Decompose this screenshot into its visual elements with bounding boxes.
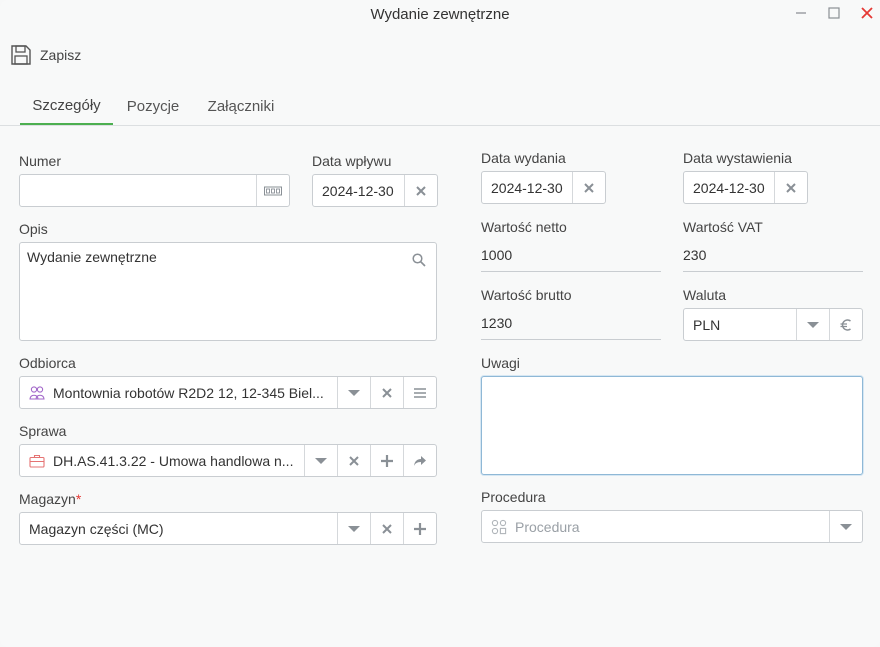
- chevron-down-icon: [807, 321, 819, 328]
- data-wystawienia-input[interactable]: 2024-12-30: [684, 172, 774, 203]
- wartosc-brutto-label: Wartość brutto: [481, 287, 572, 303]
- title-bar: Wydanie zewnętrzne: [0, 0, 880, 32]
- euro-icon: [840, 318, 851, 331]
- clear-icon: [382, 387, 392, 398]
- contacts-icon: [29, 385, 45, 401]
- opis-label: Opis: [19, 221, 48, 237]
- procedura-label: Procedura: [481, 489, 546, 505]
- sprawa-open-button[interactable]: [403, 445, 436, 476]
- chevron-down-icon: [840, 523, 852, 530]
- tab-bar: Szczegóły Pozycje Załączniki: [0, 88, 880, 126]
- briefcase-icon: [29, 454, 45, 468]
- data-wydania-label: Data wydania: [481, 150, 566, 166]
- numbering-button[interactable]: [256, 175, 289, 206]
- data-wplywu-input[interactable]: 2024-12-30: [313, 175, 404, 206]
- odbiorca-select[interactable]: Montownia robotów R2D2 12, 12-345 Biel..…: [20, 377, 337, 408]
- numer-input[interactable]: [20, 175, 256, 206]
- data-wplywu-clear-button[interactable]: [404, 175, 437, 206]
- tab-pozycje[interactable]: Pozycje: [121, 88, 185, 125]
- sprawa-value: DH.AS.41.3.22 - Umowa handlowa n...: [53, 452, 294, 469]
- waluta-select[interactable]: PLN: [684, 309, 796, 340]
- clear-icon: [382, 523, 392, 534]
- maximize-icon: [828, 7, 840, 19]
- numer-label: Numer: [19, 153, 62, 169]
- counter-icon: [264, 186, 282, 195]
- magazyn-clear-button[interactable]: [370, 513, 403, 544]
- data-wydania-field[interactable]: 2024-12-30: [481, 171, 606, 204]
- opis-value: Wydanie zewnętrzne: [27, 249, 157, 265]
- opis-textarea[interactable]: Wydanie zewnętrzne: [19, 242, 437, 341]
- clear-icon: [584, 182, 594, 193]
- procedura-placeholder: Procedura: [515, 518, 580, 535]
- minimize-button[interactable]: [790, 3, 812, 23]
- odbiorca-dropdown-button[interactable]: [337, 377, 370, 408]
- odbiorca-list-button[interactable]: [403, 377, 436, 408]
- magazyn-label: Magazyn*: [19, 491, 81, 507]
- data-wplywu-label: Data wpływu: [312, 153, 392, 169]
- odbiorca-clear-button[interactable]: [370, 377, 403, 408]
- clear-icon: [349, 455, 359, 466]
- sprawa-add-button[interactable]: [370, 445, 403, 476]
- numer-field[interactable]: [19, 174, 290, 207]
- magazyn-field[interactable]: Magazyn części (MC): [19, 512, 437, 545]
- wartosc-netto-value: 1000: [481, 239, 661, 272]
- magazyn-label-text: Magazyn: [19, 491, 76, 507]
- list-icon: [414, 387, 426, 398]
- sprawa-clear-button[interactable]: [337, 445, 370, 476]
- sprawa-field[interactable]: DH.AS.41.3.22 - Umowa handlowa n...: [19, 444, 437, 477]
- wartosc-vat-label: Wartość VAT: [683, 219, 763, 235]
- data-wplywu-field[interactable]: 2024-12-30: [312, 174, 438, 207]
- tab-zalaczniki[interactable]: Załączniki: [200, 88, 282, 125]
- required-mark: *: [75, 491, 82, 507]
- toolbar: Zapisz: [0, 36, 880, 76]
- tab-szczegoly[interactable]: Szczegóły: [20, 88, 113, 125]
- magazyn-add-button[interactable]: [403, 513, 436, 544]
- chevron-down-icon: [315, 457, 327, 464]
- close-button[interactable]: [856, 3, 878, 23]
- odbiorca-value: Montownia robotów R2D2 12, 12-345 Biel..…: [53, 384, 324, 401]
- minimize-icon: [796, 12, 806, 14]
- window: Wydanie zewnętrzne Zapisz Szczegóły Pozy…: [0, 0, 880, 647]
- workflow-icon: [491, 519, 507, 535]
- wartosc-vat-value: 230: [683, 239, 863, 272]
- procedura-select[interactable]: Procedura: [482, 511, 829, 542]
- chevron-down-icon: [348, 525, 360, 532]
- waluta-label: Waluta: [683, 287, 727, 303]
- save-label: Zapisz: [40, 47, 82, 63]
- save-button[interactable]: Zapisz: [10, 42, 81, 68]
- data-wydania-input[interactable]: 2024-12-30: [482, 172, 572, 203]
- uwagi-label: Uwagi: [481, 355, 520, 371]
- plus-icon: [414, 522, 426, 535]
- plus-icon: [381, 454, 393, 467]
- chevron-down-icon: [348, 389, 360, 396]
- data-wystawienia-field[interactable]: 2024-12-30: [683, 171, 808, 204]
- close-icon: [861, 7, 873, 19]
- maximize-button[interactable]: [823, 3, 845, 23]
- sprawa-dropdown-button[interactable]: [304, 445, 337, 476]
- sprawa-select[interactable]: DH.AS.41.3.22 - Umowa handlowa n...: [20, 445, 304, 476]
- wartosc-netto-label: Wartość netto: [481, 219, 567, 235]
- share-arrow-icon: [414, 455, 426, 466]
- procedura-dropdown-button[interactable]: [829, 511, 862, 542]
- odbiorca-label: Odbiorca: [19, 355, 76, 371]
- data-wystawienia-clear-button[interactable]: [774, 172, 807, 203]
- waluta-field[interactable]: PLN: [683, 308, 863, 341]
- clear-icon: [786, 182, 796, 193]
- sprawa-label: Sprawa: [19, 423, 67, 439]
- magazyn-select[interactable]: Magazyn części (MC): [20, 513, 337, 544]
- search-icon[interactable]: [412, 253, 426, 267]
- data-wydania-clear-button[interactable]: [572, 172, 605, 203]
- window-title: Wydanie zewnętrzne: [370, 6, 510, 23]
- floppy-disk-icon: [11, 45, 31, 65]
- wartosc-brutto-value: 1230: [481, 307, 661, 340]
- clear-icon: [416, 185, 426, 196]
- procedura-field[interactable]: Procedura: [481, 510, 863, 543]
- uwagi-textarea[interactable]: [481, 376, 863, 475]
- magazyn-dropdown-button[interactable]: [337, 513, 370, 544]
- data-wystawienia-label: Data wystawienia: [683, 150, 792, 166]
- waluta-dropdown-button[interactable]: [796, 309, 829, 340]
- odbiorca-field[interactable]: Montownia robotów R2D2 12, 12-345 Biel..…: [19, 376, 437, 409]
- waluta-currency-button[interactable]: [829, 309, 862, 340]
